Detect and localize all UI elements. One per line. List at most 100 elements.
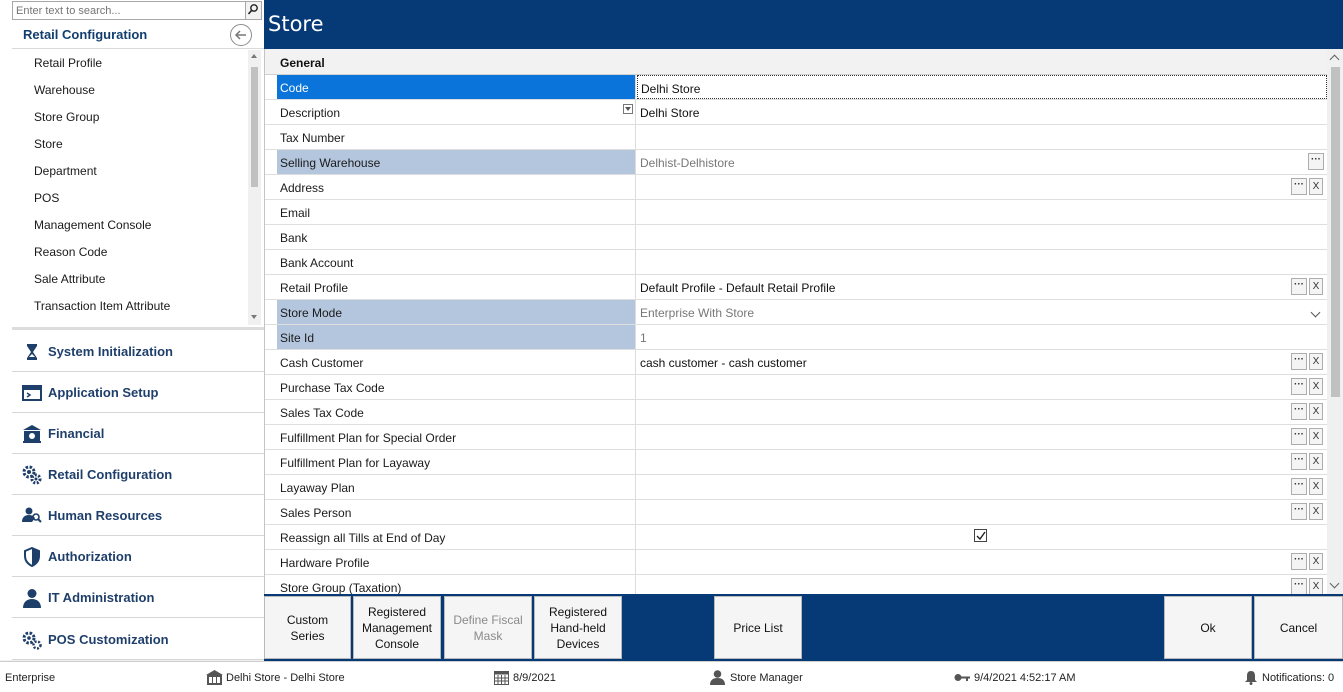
- scroll-up-icon[interactable]: [1329, 54, 1340, 65]
- clear-button[interactable]: X: [1309, 503, 1323, 520]
- scroll-down-icon[interactable]: [251, 315, 257, 319]
- field-row-purchase-tax-code[interactable]: Purchase Tax Code ··· X: [265, 375, 1327, 400]
- field-row-selling-warehouse[interactable]: Selling Warehouse Delhist-Delhistore ···: [265, 150, 1327, 175]
- retail-profile-field[interactable]: Default Profile - Default Retail Profile…: [637, 275, 1327, 299]
- field-row-hardware-profile[interactable]: Hardware Profile ··· X: [265, 550, 1327, 575]
- field-row-sales-person[interactable]: Sales Person ··· X: [265, 500, 1327, 525]
- clear-button[interactable]: X: [1309, 353, 1323, 370]
- module-pos-customization[interactable]: POS Customization: [12, 619, 264, 660]
- nav-item-department[interactable]: Department: [12, 158, 252, 185]
- section-header-general[interactable]: General: [265, 49, 1327, 75]
- custom-series-button[interactable]: Custom Series: [264, 596, 351, 659]
- hardware-profile-field[interactable]: ··· X: [637, 550, 1327, 574]
- clear-button[interactable]: X: [1309, 178, 1323, 195]
- nav-item-management-console[interactable]: Management Console: [12, 212, 252, 239]
- module-authorization[interactable]: Authorization: [12, 536, 264, 577]
- registered-management-console-button[interactable]: Registered Management Console: [353, 596, 441, 659]
- module-application-setup[interactable]: Application Setup: [12, 372, 264, 413]
- grid-scrollbar[interactable]: [1327, 49, 1343, 594]
- store-group-taxation-field[interactable]: ··· X: [637, 575, 1327, 594]
- nav-item-store[interactable]: Store: [12, 131, 252, 158]
- address-field[interactable]: ··· X: [637, 175, 1327, 199]
- bank-input[interactable]: [637, 225, 1327, 249]
- notifications-count[interactable]: Notifications: 0: [1262, 672, 1334, 684]
- sales-person-field[interactable]: ··· X: [637, 500, 1327, 524]
- clear-button[interactable]: X: [1309, 378, 1323, 395]
- field-row-retail-profile[interactable]: Retail Profile Default Profile - Default…: [265, 275, 1327, 300]
- search-input[interactable]: [13, 2, 245, 19]
- expand-icon[interactable]: [623, 104, 633, 114]
- browse-button[interactable]: ···: [1291, 503, 1307, 520]
- field-row-layaway-plan[interactable]: Layaway Plan ··· X: [265, 475, 1327, 500]
- nav-item-retail-profile[interactable]: Retail Profile: [12, 50, 252, 77]
- field-row-description[interactable]: Description Delhi Store: [265, 100, 1327, 125]
- browse-button[interactable]: ···: [1291, 578, 1307, 594]
- clear-button[interactable]: X: [1309, 478, 1323, 495]
- field-row-address[interactable]: Address ··· X: [265, 175, 1327, 200]
- scroll-thumb[interactable]: [1331, 67, 1340, 397]
- registered-handheld-devices-button[interactable]: Registered Hand-held Devices: [534, 596, 622, 659]
- field-row-code[interactable]: Code Delhi Store: [265, 75, 1327, 100]
- field-row-sales-tax-code[interactable]: Sales Tax Code ··· X: [265, 400, 1327, 425]
- nav-item-transaction-item-attribute[interactable]: Transaction Item Attribute: [12, 293, 252, 320]
- field-row-cash-customer[interactable]: Cash Customer cash customer - cash custo…: [265, 350, 1327, 375]
- nav-item-sale-attribute[interactable]: Sale Attribute: [12, 266, 252, 293]
- browse-button[interactable]: ···: [1291, 178, 1307, 195]
- field-row-email[interactable]: Email: [265, 200, 1327, 225]
- nav-item-warehouse[interactable]: Warehouse: [12, 77, 252, 104]
- tax-number-input[interactable]: [637, 125, 1327, 149]
- nav-item-reason-code[interactable]: Reason Code: [12, 239, 252, 266]
- fulfillment-special-order-field[interactable]: ··· X: [637, 425, 1327, 449]
- ok-button[interactable]: Ok: [1164, 596, 1252, 659]
- price-list-button[interactable]: Price List: [714, 596, 802, 659]
- clear-button[interactable]: X: [1309, 553, 1323, 570]
- browse-button[interactable]: ···: [1291, 453, 1307, 470]
- sales-tax-code-field[interactable]: ··· X: [637, 400, 1327, 424]
- cancel-button[interactable]: Cancel: [1254, 596, 1343, 659]
- module-financial[interactable]: Financial: [12, 413, 264, 454]
- browse-button[interactable]: ···: [1291, 403, 1307, 420]
- code-input[interactable]: Delhi Store: [637, 75, 1327, 99]
- browse-button[interactable]: ···: [1291, 278, 1307, 295]
- reassign-tills-checkbox[interactable]: [974, 529, 987, 542]
- field-row-tax-number[interactable]: Tax Number: [265, 125, 1327, 150]
- email-input[interactable]: [637, 200, 1327, 224]
- nav-group-header[interactable]: Retail Configuration: [12, 21, 264, 49]
- search-button[interactable]: [245, 2, 261, 19]
- field-row-fulfillment-special-order[interactable]: Fulfillment Plan for Special Order ··· X: [265, 425, 1327, 450]
- browse-button[interactable]: ···: [1291, 478, 1307, 495]
- browse-button[interactable]: ···: [1308, 153, 1324, 170]
- field-row-fulfillment-layaway[interactable]: Fulfillment Plan for Layaway ··· X: [265, 450, 1327, 475]
- module-system-initialization[interactable]: System Initialization: [12, 331, 264, 372]
- module-retail-configuration[interactable]: Retail Configuration: [12, 454, 264, 495]
- field-row-site-id[interactable]: Site Id 1: [265, 325, 1327, 350]
- field-row-store-mode[interactable]: Store Mode Enterprise With Store: [265, 300, 1327, 325]
- clear-button[interactable]: X: [1309, 428, 1323, 445]
- browse-button[interactable]: ···: [1291, 353, 1307, 370]
- purchase-tax-code-field[interactable]: ··· X: [637, 375, 1327, 399]
- module-human-resources[interactable]: Human Resources: [12, 495, 264, 536]
- nav-scrollbar[interactable]: [248, 50, 261, 325]
- clear-button[interactable]: X: [1309, 453, 1323, 470]
- fulfillment-layaway-field[interactable]: ··· X: [637, 450, 1327, 474]
- browse-button[interactable]: ···: [1291, 553, 1307, 570]
- nav-item-store-group[interactable]: Store Group: [12, 104, 252, 131]
- field-row-reassign-tills[interactable]: Reassign all Tills at End of Day: [265, 525, 1327, 550]
- browse-button[interactable]: ···: [1291, 378, 1307, 395]
- clear-button[interactable]: X: [1309, 278, 1323, 295]
- selling-warehouse-field[interactable]: Delhist-Delhistore ···: [637, 150, 1327, 174]
- nav-item-pos[interactable]: POS: [12, 185, 252, 212]
- module-it-administration[interactable]: IT Administration: [12, 577, 264, 618]
- cash-customer-field[interactable]: cash customer - cash customer ··· X: [637, 350, 1327, 374]
- field-row-store-group-taxation[interactable]: Store Group (Taxation) ··· X: [265, 575, 1327, 594]
- scroll-up-icon[interactable]: [251, 54, 257, 58]
- scroll-down-icon[interactable]: [1329, 578, 1340, 589]
- clear-button[interactable]: X: [1309, 403, 1323, 420]
- layaway-plan-field[interactable]: ··· X: [637, 475, 1327, 499]
- back-button[interactable]: [230, 24, 252, 46]
- store-mode-select[interactable]: Enterprise With Store: [637, 300, 1327, 324]
- browse-button[interactable]: ···: [1291, 428, 1307, 445]
- description-input[interactable]: Delhi Store: [637, 100, 1327, 124]
- clear-button[interactable]: X: [1309, 578, 1323, 594]
- chevron-down-icon[interactable]: [1310, 307, 1321, 318]
